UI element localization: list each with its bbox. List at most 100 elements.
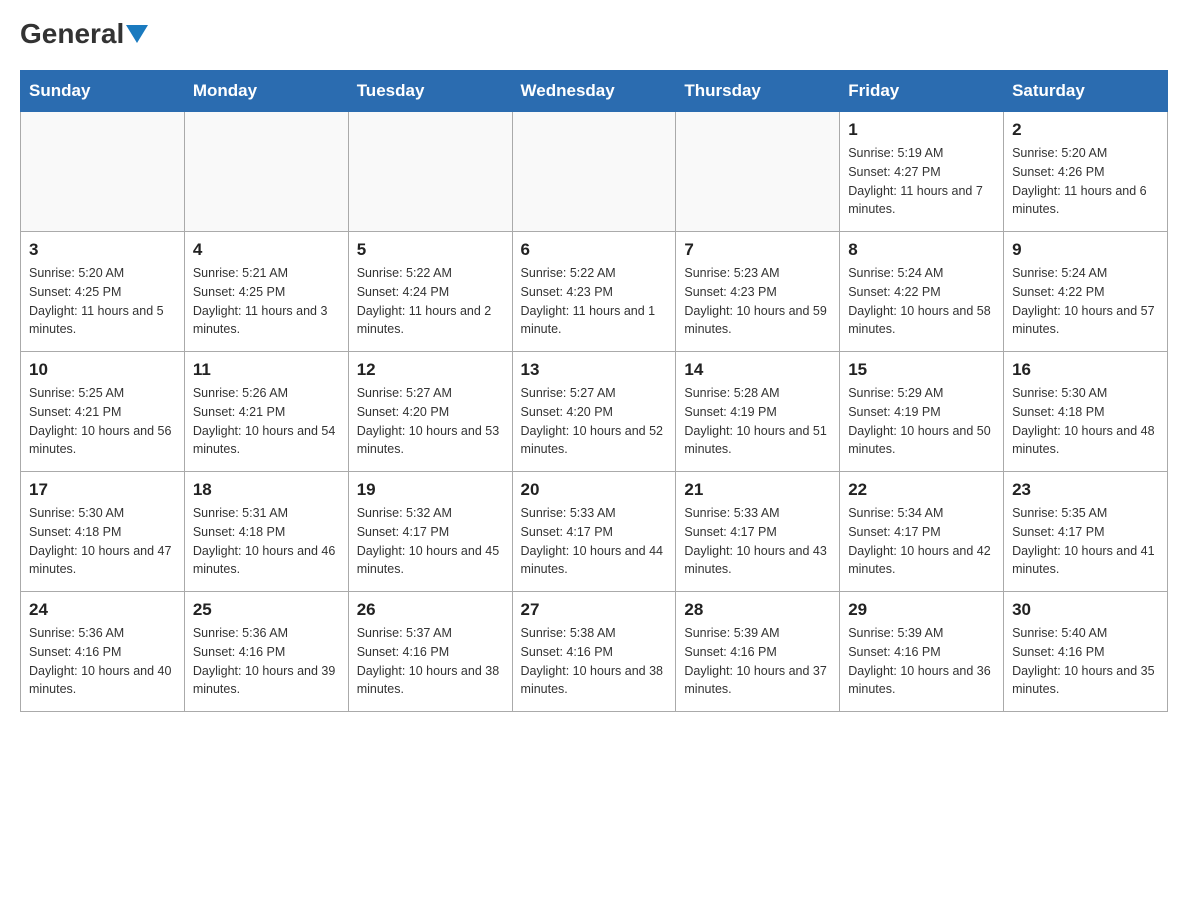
day-sun-info: Sunrise: 5:40 AMSunset: 4:16 PMDaylight:… — [1012, 624, 1159, 699]
day-number: 6 — [521, 240, 668, 260]
calendar-cell: 11 Sunrise: 5:26 AMSunset: 4:21 PMDayligh… — [184, 352, 348, 472]
calendar-cell: 15 Sunrise: 5:29 AMSunset: 4:19 PMDayligh… — [840, 352, 1004, 472]
day-sun-info: Sunrise: 5:33 AMSunset: 4:17 PMDaylight:… — [521, 504, 668, 579]
day-sun-info: Sunrise: 5:31 AMSunset: 4:18 PMDaylight:… — [193, 504, 340, 579]
day-sun-info: Sunrise: 5:22 AMSunset: 4:24 PMDaylight:… — [357, 264, 504, 339]
weekday-header-row: SundayMondayTuesdayWednesdayThursdayFrid… — [21, 71, 1168, 112]
day-number: 19 — [357, 480, 504, 500]
weekday-header-monday: Monday — [184, 71, 348, 112]
day-number: 16 — [1012, 360, 1159, 380]
calendar-cell: 22 Sunrise: 5:34 AMSunset: 4:17 PMDayligh… — [840, 472, 1004, 592]
day-sun-info: Sunrise: 5:24 AMSunset: 4:22 PMDaylight:… — [1012, 264, 1159, 339]
day-sun-info: Sunrise: 5:35 AMSunset: 4:17 PMDaylight:… — [1012, 504, 1159, 579]
calendar-cell: 5 Sunrise: 5:22 AMSunset: 4:24 PMDaylight… — [348, 232, 512, 352]
weekday-header-tuesday: Tuesday — [348, 71, 512, 112]
day-number: 23 — [1012, 480, 1159, 500]
calendar-week-4: 17Sunrise: 5:30 AMSunset: 4:18 PMDayligh… — [21, 472, 1168, 592]
weekday-header-wednesday: Wednesday — [512, 71, 676, 112]
calendar-cell: 14 Sunrise: 5:28 AMSunset: 4:19 PMDayligh… — [676, 352, 840, 472]
day-sun-info: Sunrise: 5:25 AMSunset: 4:21 PMDaylight:… — [29, 384, 176, 459]
day-sun-info: Sunrise: 5:27 AMSunset: 4:20 PMDaylight:… — [357, 384, 504, 459]
day-sun-info: Sunrise: 5:32 AMSunset: 4:17 PMDaylight:… — [357, 504, 504, 579]
day-number: 14 — [684, 360, 831, 380]
day-sun-info: Sunrise: 5:21 AMSunset: 4:25 PMDaylight:… — [193, 264, 340, 339]
calendar-cell: 2 Sunrise: 5:20 AMSunset: 4:26 PMDaylight… — [1004, 112, 1168, 232]
day-sun-info: Sunrise: 5:27 AMSunset: 4:20 PMDaylight:… — [521, 384, 668, 459]
day-number: 26 — [357, 600, 504, 620]
day-sun-info: Sunrise: 5:29 AMSunset: 4:19 PMDaylight:… — [848, 384, 995, 459]
day-number: 30 — [1012, 600, 1159, 620]
weekday-header-thursday: Thursday — [676, 71, 840, 112]
day-sun-info: Sunrise: 5:39 AMSunset: 4:16 PMDaylight:… — [848, 624, 995, 699]
day-number: 8 — [848, 240, 995, 260]
day-number: 25 — [193, 600, 340, 620]
day-number: 17 — [29, 480, 176, 500]
logo-arrow-icon — [126, 25, 148, 47]
calendar-cell: 13 Sunrise: 5:27 AMSunset: 4:20 PMDayligh… — [512, 352, 676, 472]
calendar-cell: 24 Sunrise: 5:36 AMSunset: 4:16 PMDayligh… — [21, 592, 185, 712]
calendar-cell: 3 Sunrise: 5:20 AMSunset: 4:25 PMDaylight… — [21, 232, 185, 352]
day-number: 11 — [193, 360, 340, 380]
calendar-cell: 27Sunrise: 5:38 AMSunset: 4:16 PMDayligh… — [512, 592, 676, 712]
day-number: 9 — [1012, 240, 1159, 260]
calendar-cell: 20 Sunrise: 5:33 AMSunset: 4:17 PMDayligh… — [512, 472, 676, 592]
day-number: 18 — [193, 480, 340, 500]
day-number: 12 — [357, 360, 504, 380]
day-sun-info: Sunrise: 5:24 AMSunset: 4:22 PMDaylight:… — [848, 264, 995, 339]
day-sun-info: Sunrise: 5:23 AMSunset: 4:23 PMDaylight:… — [684, 264, 831, 339]
calendar-cell: 9 Sunrise: 5:24 AMSunset: 4:22 PMDaylight… — [1004, 232, 1168, 352]
calendar-cell: 23 Sunrise: 5:35 AMSunset: 4:17 PMDayligh… — [1004, 472, 1168, 592]
calendar-cell: 29Sunrise: 5:39 AMSunset: 4:16 PMDayligh… — [840, 592, 1004, 712]
day-sun-info: Sunrise: 5:33 AMSunset: 4:17 PMDaylight:… — [684, 504, 831, 579]
day-number: 20 — [521, 480, 668, 500]
calendar-cell — [512, 112, 676, 232]
calendar-week-5: 24 Sunrise: 5:36 AMSunset: 4:16 PMDayligh… — [21, 592, 1168, 712]
day-number: 21 — [684, 480, 831, 500]
calendar-cell: 6Sunrise: 5:22 AMSunset: 4:23 PMDaylight… — [512, 232, 676, 352]
logo-main-text: General — [20, 20, 138, 48]
day-sun-info: Sunrise: 5:26 AMSunset: 4:21 PMDaylight:… — [193, 384, 340, 459]
day-sun-info: Sunrise: 5:36 AMSunset: 4:16 PMDaylight:… — [193, 624, 340, 699]
calendar-cell: 8 Sunrise: 5:24 AMSunset: 4:22 PMDaylight… — [840, 232, 1004, 352]
calendar-cell — [21, 112, 185, 232]
day-sun-info: Sunrise: 5:38 AMSunset: 4:16 PMDaylight:… — [521, 624, 668, 699]
day-number: 10 — [29, 360, 176, 380]
day-sun-info: Sunrise: 5:19 AMSunset: 4:27 PMDaylight:… — [848, 144, 995, 219]
day-sun-info: Sunrise: 5:28 AMSunset: 4:19 PMDaylight:… — [684, 384, 831, 459]
day-number: 3 — [29, 240, 176, 260]
page-header: General — [20, 20, 1168, 50]
day-number: 5 — [357, 240, 504, 260]
day-sun-info: Sunrise: 5:37 AMSunset: 4:16 PMDaylight:… — [357, 624, 504, 699]
day-sun-info: Sunrise: 5:36 AMSunset: 4:16 PMDaylight:… — [29, 624, 176, 699]
day-number: 15 — [848, 360, 995, 380]
day-sun-info: Sunrise: 5:30 AMSunset: 4:18 PMDaylight:… — [1012, 384, 1159, 459]
calendar-cell: 19 Sunrise: 5:32 AMSunset: 4:17 PMDayligh… — [348, 472, 512, 592]
weekday-header-friday: Friday — [840, 71, 1004, 112]
calendar-week-2: 3 Sunrise: 5:20 AMSunset: 4:25 PMDaylight… — [21, 232, 1168, 352]
calendar-cell — [676, 112, 840, 232]
calendar-cell: 18 Sunrise: 5:31 AMSunset: 4:18 PMDayligh… — [184, 472, 348, 592]
calendar-cell: 12 Sunrise: 5:27 AMSunset: 4:20 PMDayligh… — [348, 352, 512, 472]
weekday-header-saturday: Saturday — [1004, 71, 1168, 112]
calendar-week-3: 10 Sunrise: 5:25 AMSunset: 4:21 PMDayligh… — [21, 352, 1168, 472]
calendar-week-1: 1 Sunrise: 5:19 AMSunset: 4:27 PMDaylight… — [21, 112, 1168, 232]
calendar-cell: 1 Sunrise: 5:19 AMSunset: 4:27 PMDaylight… — [840, 112, 1004, 232]
day-sun-info: Sunrise: 5:20 AMSunset: 4:25 PMDaylight:… — [29, 264, 176, 339]
day-number: 1 — [848, 120, 995, 140]
logo: General — [20, 20, 138, 50]
day-sun-info: Sunrise: 5:34 AMSunset: 4:17 PMDaylight:… — [848, 504, 995, 579]
calendar-cell: 28 Sunrise: 5:39 AMSunset: 4:16 PMDayligh… — [676, 592, 840, 712]
day-number: 2 — [1012, 120, 1159, 140]
day-sun-info: Sunrise: 5:20 AMSunset: 4:26 PMDaylight:… — [1012, 144, 1159, 219]
day-sun-info: Sunrise: 5:39 AMSunset: 4:16 PMDaylight:… — [684, 624, 831, 699]
calendar-cell — [348, 112, 512, 232]
day-number: 24 — [29, 600, 176, 620]
weekday-header-sunday: Sunday — [21, 71, 185, 112]
calendar-cell: 16 Sunrise: 5:30 AMSunset: 4:18 PMDayligh… — [1004, 352, 1168, 472]
day-number: 22 — [848, 480, 995, 500]
day-number: 28 — [684, 600, 831, 620]
day-number: 7 — [684, 240, 831, 260]
day-number: 13 — [521, 360, 668, 380]
calendar-cell: 30 Sunrise: 5:40 AMSunset: 4:16 PMDayligh… — [1004, 592, 1168, 712]
calendar-table: SundayMondayTuesdayWednesdayThursdayFrid… — [20, 70, 1168, 712]
